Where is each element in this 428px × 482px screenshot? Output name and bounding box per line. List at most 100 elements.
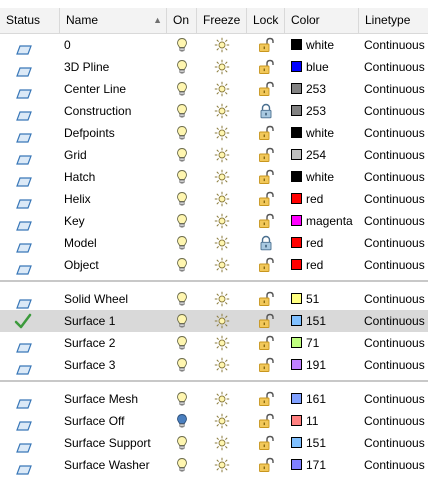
padlock-unlocked-icon[interactable] <box>258 357 274 373</box>
layer-row[interactable]: Defpoints white Continuous <box>0 122 428 144</box>
padlock-unlocked-icon[interactable] <box>258 391 274 407</box>
layer-row[interactable]: Object red Continuous <box>0 254 428 276</box>
layer-row[interactable]: 3D Pline blue Continuous <box>0 56 428 78</box>
sun-thawed-icon[interactable] <box>214 147 230 163</box>
color-swatch[interactable] <box>291 39 302 50</box>
color-label[interactable]: red <box>306 188 358 210</box>
sun-thawed-icon[interactable] <box>214 37 230 53</box>
lightbulb-on-icon[interactable] <box>174 257 190 273</box>
color-swatch[interactable] <box>291 415 302 426</box>
color-swatch[interactable] <box>291 105 302 116</box>
layer-row[interactable]: Surface 1 151 Continuous <box>0 310 428 332</box>
linetype-label[interactable]: Continuous <box>364 454 428 476</box>
color-label[interactable]: 151 <box>306 432 358 454</box>
color-label[interactable]: 11 <box>306 410 358 432</box>
lightbulb-on-icon[interactable] <box>174 213 190 229</box>
layer-name[interactable]: 3D Pline <box>64 56 164 78</box>
padlock-unlocked-icon[interactable] <box>258 169 274 185</box>
sun-thawed-icon[interactable] <box>214 457 230 473</box>
lightbulb-on-icon[interactable] <box>174 391 190 407</box>
sun-thawed-icon[interactable] <box>214 59 230 75</box>
sun-thawed-icon[interactable] <box>214 435 230 451</box>
padlock-unlocked-icon[interactable] <box>258 213 274 229</box>
sun-thawed-icon[interactable] <box>214 213 230 229</box>
color-swatch[interactable] <box>291 459 302 470</box>
color-swatch[interactable] <box>291 359 302 370</box>
color-swatch[interactable] <box>291 193 302 204</box>
lightbulb-on-icon[interactable] <box>174 81 190 97</box>
color-swatch[interactable] <box>291 149 302 160</box>
column-header-freeze[interactable]: Freeze <box>197 8 247 33</box>
layer-name[interactable]: Helix <box>64 188 164 210</box>
layer-name[interactable]: Key <box>64 210 164 232</box>
sun-thawed-icon[interactable] <box>214 357 230 373</box>
column-header-color[interactable]: Color <box>285 8 359 33</box>
lightbulb-on-icon[interactable] <box>174 37 190 53</box>
lightbulb-on-icon[interactable] <box>174 335 190 351</box>
color-swatch[interactable] <box>291 215 302 226</box>
lightbulb-off-icon[interactable] <box>174 413 190 429</box>
padlock-unlocked-icon[interactable] <box>258 257 274 273</box>
color-label[interactable]: 151 <box>306 310 358 332</box>
linetype-label[interactable]: Continuous <box>364 354 428 376</box>
padlock-unlocked-icon[interactable] <box>258 59 274 75</box>
padlock-locked-icon[interactable] <box>258 235 274 251</box>
color-label[interactable]: 253 <box>306 78 358 100</box>
sun-thawed-icon[interactable] <box>214 235 230 251</box>
layer-row[interactable]: Grid 254 Continuous <box>0 144 428 166</box>
layer-row[interactable]: Hatch white Continuous <box>0 166 428 188</box>
color-label[interactable]: 161 <box>306 388 358 410</box>
sun-thawed-icon[interactable] <box>214 335 230 351</box>
linetype-label[interactable]: Continuous <box>364 100 428 122</box>
padlock-unlocked-icon[interactable] <box>258 37 274 53</box>
linetype-label[interactable]: Continuous <box>364 56 428 78</box>
layer-row[interactable]: Model red Continuous <box>0 232 428 254</box>
color-label[interactable]: 171 <box>306 454 358 476</box>
linetype-label[interactable]: Continuous <box>364 388 428 410</box>
lightbulb-on-icon[interactable] <box>174 169 190 185</box>
layer-row[interactable]: Helix red Continuous <box>0 188 428 210</box>
color-swatch[interactable] <box>291 127 302 138</box>
lightbulb-on-icon[interactable] <box>174 235 190 251</box>
padlock-unlocked-icon[interactable] <box>258 413 274 429</box>
layer-row[interactable]: Key magenta Continuous <box>0 210 428 232</box>
layer-row[interactable]: Surface Support 151 Continuous <box>0 432 428 454</box>
lightbulb-on-icon[interactable] <box>174 435 190 451</box>
color-swatch[interactable] <box>291 259 302 270</box>
lightbulb-on-icon[interactable] <box>174 457 190 473</box>
sun-thawed-icon[interactable] <box>214 169 230 185</box>
color-label[interactable]: 254 <box>306 144 358 166</box>
lightbulb-on-icon[interactable] <box>174 357 190 373</box>
layer-row[interactable]: Surface Mesh 161 Continuous <box>0 388 428 410</box>
padlock-locked-icon[interactable] <box>258 103 274 119</box>
linetype-label[interactable]: Continuous <box>364 232 428 254</box>
layer-row[interactable]: Surface Off 11 Continuous <box>0 410 428 432</box>
color-label[interactable]: blue <box>306 56 358 78</box>
color-label[interactable]: red <box>306 254 358 276</box>
layer-name[interactable]: Surface Mesh <box>64 388 164 410</box>
color-label[interactable]: 191 <box>306 354 358 376</box>
layer-name[interactable]: Hatch <box>64 166 164 188</box>
linetype-label[interactable]: Continuous <box>364 210 428 232</box>
color-swatch[interactable] <box>291 83 302 94</box>
linetype-label[interactable]: Continuous <box>364 332 428 354</box>
linetype-label[interactable]: Continuous <box>364 78 428 100</box>
color-label[interactable]: 253 <box>306 100 358 122</box>
color-swatch[interactable] <box>291 393 302 404</box>
layer-name[interactable]: Surface 1 <box>64 310 164 332</box>
linetype-label[interactable]: Continuous <box>364 188 428 210</box>
color-label[interactable]: white <box>306 122 358 144</box>
sun-thawed-icon[interactable] <box>214 257 230 273</box>
color-swatch[interactable] <box>291 171 302 182</box>
color-swatch[interactable] <box>291 315 302 326</box>
layer-name[interactable]: Surface 3 <box>64 354 164 376</box>
column-header-linetype[interactable]: Linetype <box>359 8 428 33</box>
layer-row[interactable]: Surface 3 191 Continuous <box>0 354 428 376</box>
layer-row[interactable]: Center Line 253 Continuous <box>0 78 428 100</box>
padlock-unlocked-icon[interactable] <box>258 291 274 307</box>
layer-row[interactable]: 0 white Continuous <box>0 34 428 56</box>
linetype-label[interactable]: Continuous <box>364 122 428 144</box>
linetype-label[interactable]: Continuous <box>364 144 428 166</box>
padlock-unlocked-icon[interactable] <box>258 457 274 473</box>
color-label[interactable]: 71 <box>306 332 358 354</box>
